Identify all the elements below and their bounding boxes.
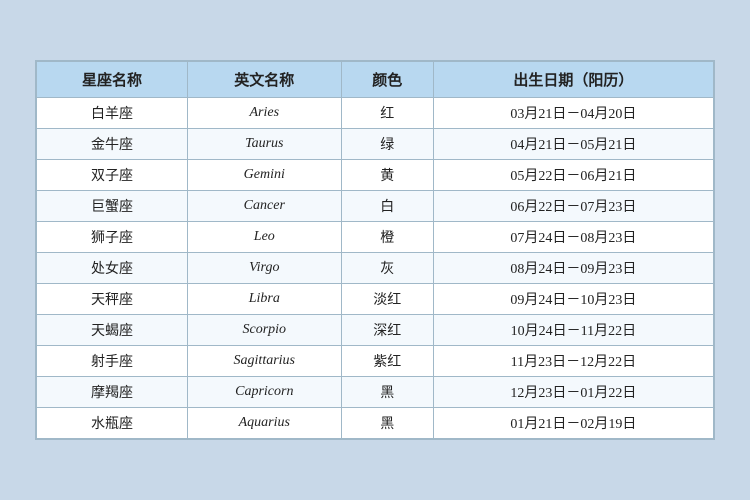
cell-english-name: Libra — [187, 284, 341, 315]
cell-dates: 01月21日－02月19日 — [433, 408, 713, 439]
table-row: 巨蟹座Cancer白06月22日－07月23日 — [37, 191, 714, 222]
cell-color: 红 — [341, 98, 433, 129]
cell-english-name: Capricorn — [187, 377, 341, 408]
cell-dates: 10月24日－11月22日 — [433, 315, 713, 346]
cell-color: 黑 — [341, 377, 433, 408]
cell-dates: 09月24日－10月23日 — [433, 284, 713, 315]
cell-english-name: Scorpio — [187, 315, 341, 346]
table-row: 处女座Virgo灰08月24日－09月23日 — [37, 253, 714, 284]
table-row: 水瓶座Aquarius黑01月21日－02月19日 — [37, 408, 714, 439]
table-body: 白羊座Aries红03月21日－04月20日金牛座Taurus绿04月21日－0… — [37, 98, 714, 439]
cell-chinese-name: 天蝎座 — [37, 315, 188, 346]
cell-chinese-name: 白羊座 — [37, 98, 188, 129]
cell-dates: 07月24日－08月23日 — [433, 222, 713, 253]
header-dates: 出生日期（阳历） — [433, 62, 713, 98]
cell-english-name: Sagittarius — [187, 346, 341, 377]
cell-color: 紫红 — [341, 346, 433, 377]
zodiac-table-container: 星座名称 英文名称 颜色 出生日期（阳历） 白羊座Aries红03月21日－04… — [35, 60, 715, 440]
cell-english-name: Virgo — [187, 253, 341, 284]
cell-dates: 04月21日－05月21日 — [433, 129, 713, 160]
table-row: 天秤座Libra淡红09月24日－10月23日 — [37, 284, 714, 315]
cell-dates: 12月23日－01月22日 — [433, 377, 713, 408]
cell-dates: 03月21日－04月20日 — [433, 98, 713, 129]
cell-dates: 08月24日－09月23日 — [433, 253, 713, 284]
cell-color: 灰 — [341, 253, 433, 284]
cell-english-name: Gemini — [187, 160, 341, 191]
header-english-name: 英文名称 — [187, 62, 341, 98]
cell-chinese-name: 天秤座 — [37, 284, 188, 315]
header-color: 颜色 — [341, 62, 433, 98]
cell-chinese-name: 处女座 — [37, 253, 188, 284]
header-chinese-name: 星座名称 — [37, 62, 188, 98]
table-header-row: 星座名称 英文名称 颜色 出生日期（阳历） — [37, 62, 714, 98]
cell-color: 绿 — [341, 129, 433, 160]
cell-color: 淡红 — [341, 284, 433, 315]
cell-color: 黄 — [341, 160, 433, 191]
cell-chinese-name: 双子座 — [37, 160, 188, 191]
table-row: 白羊座Aries红03月21日－04月20日 — [37, 98, 714, 129]
cell-color: 黑 — [341, 408, 433, 439]
cell-dates: 06月22日－07月23日 — [433, 191, 713, 222]
table-row: 摩羯座Capricorn黑12月23日－01月22日 — [37, 377, 714, 408]
table-row: 射手座Sagittarius紫红11月23日－12月22日 — [37, 346, 714, 377]
cell-english-name: Aquarius — [187, 408, 341, 439]
table-row: 狮子座Leo橙07月24日－08月23日 — [37, 222, 714, 253]
cell-english-name: Taurus — [187, 129, 341, 160]
cell-english-name: Cancer — [187, 191, 341, 222]
cell-color: 橙 — [341, 222, 433, 253]
cell-color: 白 — [341, 191, 433, 222]
cell-chinese-name: 水瓶座 — [37, 408, 188, 439]
cell-chinese-name: 射手座 — [37, 346, 188, 377]
cell-chinese-name: 金牛座 — [37, 129, 188, 160]
cell-english-name: Aries — [187, 98, 341, 129]
cell-color: 深红 — [341, 315, 433, 346]
table-row: 天蝎座Scorpio深红10月24日－11月22日 — [37, 315, 714, 346]
table-row: 双子座Gemini黄05月22日－06月21日 — [37, 160, 714, 191]
cell-dates: 11月23日－12月22日 — [433, 346, 713, 377]
cell-chinese-name: 狮子座 — [37, 222, 188, 253]
cell-english-name: Leo — [187, 222, 341, 253]
cell-chinese-name: 摩羯座 — [37, 377, 188, 408]
zodiac-table: 星座名称 英文名称 颜色 出生日期（阳历） 白羊座Aries红03月21日－04… — [36, 61, 714, 439]
table-row: 金牛座Taurus绿04月21日－05月21日 — [37, 129, 714, 160]
cell-chinese-name: 巨蟹座 — [37, 191, 188, 222]
cell-dates: 05月22日－06月21日 — [433, 160, 713, 191]
